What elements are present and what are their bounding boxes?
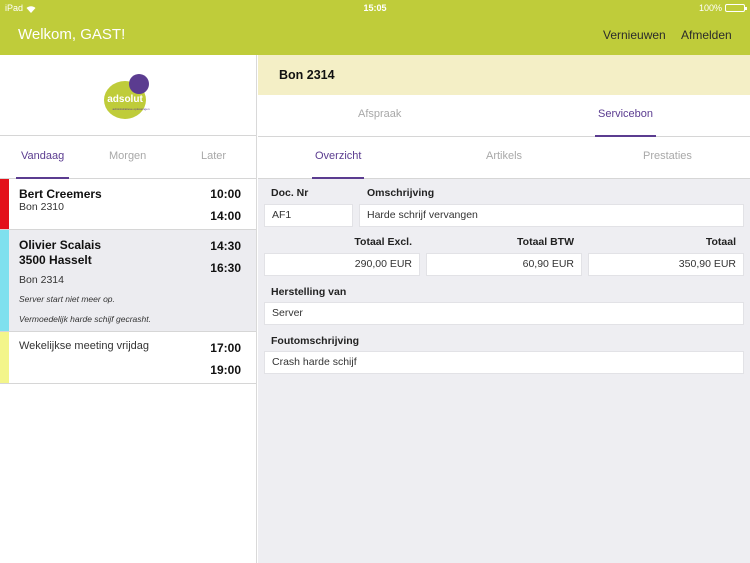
top-bar: iPad 15:05 100% Welkom, GAST! Vernieuwen…	[0, 0, 750, 55]
appointment-title: Olivier Scalais	[19, 238, 102, 252]
detail-main-tabs: Afspraak Servicebon	[258, 95, 750, 137]
tab-artikels-label: Artikels	[486, 150, 523, 162]
refresh-button[interactable]: Vernieuwen	[603, 28, 666, 42]
appointment-color-stripe	[0, 179, 9, 229]
appointment-note: Vermoedelijk harde schijf gecrasht.	[19, 314, 151, 324]
appointment-color-stripe	[0, 332, 9, 383]
doc-nr-field[interactable]: AF1	[264, 204, 353, 227]
appointment-title: Wekelijkse meeting vrijdag	[19, 340, 150, 352]
battery: 100%	[698, 3, 747, 13]
appointment-end-time: 16:30	[210, 261, 241, 275]
omschrijving-label: Omschrijving	[367, 187, 435, 199]
tab-today[interactable]: Vandaag	[16, 150, 70, 179]
appointment-bon: Bon 2314	[19, 274, 64, 286]
appointment-item-selected[interactable]: Olivier Scalais 3500 Hasselt Bon 2314 Se…	[0, 230, 256, 332]
totaal-label: Totaal	[705, 236, 736, 248]
detail-header: Bon 2314	[258, 55, 750, 95]
logo-tagline: administratieve oplossingen	[112, 107, 149, 111]
appointment-start-time: 10:00	[210, 187, 241, 201]
detail-sub-tabs: Overzicht Artikels Prestaties	[258, 137, 750, 179]
tab-later-label: Later	[201, 150, 227, 162]
adsolut-logo: adsolut administratieve oplossingen	[104, 74, 150, 119]
logo-area: adsolut administratieve oplossingen	[0, 55, 256, 136]
status-time: 15:05	[363, 3, 387, 13]
appointment-start-time: 17:00	[210, 341, 241, 355]
battery-label: 100%	[698, 3, 722, 13]
foutomschrijving-field[interactable]: Crash harde schijf	[264, 351, 744, 374]
battery-icon	[725, 4, 747, 12]
tab-today-label: Vandaag	[21, 150, 65, 162]
appointment-bon: Bon 2310	[19, 201, 64, 213]
appointment-color-stripe	[0, 230, 9, 331]
logo-text: adsolut	[107, 94, 143, 105]
detail-panel: Bon 2314 Afspraak Servicebon Overzicht A…	[258, 55, 750, 563]
appointment-location: 3500 Hasselt	[19, 253, 92, 267]
tab-overzicht[interactable]: Overzicht	[312, 150, 365, 179]
appointments-panel: adsolut administratieve oplossingen Vand…	[0, 55, 257, 563]
appointment-item[interactable]: Bert Creemers Bon 2310 10:00 14:00	[0, 179, 256, 230]
detail-title: Bon 2314	[279, 68, 335, 82]
appointment-item[interactable]: Wekelijkse meeting vrijdag 17:00 19:00	[0, 332, 256, 384]
appointment-end-time: 14:00	[210, 209, 241, 223]
active-tab-indicator	[312, 177, 365, 179]
herstelling-field[interactable]: Server	[264, 302, 744, 325]
totaal-btw-field[interactable]: 60,90 EUR	[426, 253, 582, 276]
totaal-excl-label: Totaal Excl.	[354, 236, 412, 248]
welcome-title: Welkom, GAST!	[18, 26, 126, 43]
tab-tomorrow[interactable]: Morgen	[109, 150, 146, 162]
totaal-excl-field[interactable]: 290,00 EUR	[264, 253, 420, 276]
doc-nr-label: Doc. Nr	[271, 187, 309, 199]
tab-servicebon[interactable]: Servicebon	[595, 108, 657, 137]
appointment-end-time: 19:00	[210, 363, 241, 377]
tab-overzicht-label: Overzicht	[315, 150, 362, 162]
day-tabs: Vandaag Morgen Later	[0, 137, 256, 179]
tab-servicebon-label: Servicebon	[598, 108, 654, 120]
tab-later[interactable]: Later	[201, 150, 226, 162]
appointment-title: Bert Creemers	[19, 187, 102, 201]
tab-afspraak-label: Afspraak	[358, 108, 402, 120]
totaal-field[interactable]: 350,90 EUR	[588, 253, 744, 276]
tab-tomorrow-label: Morgen	[109, 150, 147, 162]
status-bar: iPad 15:05 100%	[0, 0, 750, 16]
tab-afspraak[interactable]: Afspraak	[358, 108, 401, 120]
foutomschrijving-label: Foutomschrijving	[271, 335, 360, 347]
omschrijving-field[interactable]: Harde schrijf vervangen	[359, 204, 744, 227]
herstelling-label: Herstelling van	[271, 286, 347, 298]
tab-prestaties-label: Prestaties	[643, 150, 692, 162]
logout-button[interactable]: Afmelden	[681, 28, 732, 42]
appointment-note: Server start niet meer op.	[19, 294, 115, 304]
totaal-btw-label: Totaal BTW	[517, 236, 574, 248]
tab-prestaties[interactable]: Prestaties	[643, 150, 692, 162]
tab-artikels[interactable]: Artikels	[486, 150, 522, 162]
appointment-start-time: 14:30	[210, 239, 241, 253]
